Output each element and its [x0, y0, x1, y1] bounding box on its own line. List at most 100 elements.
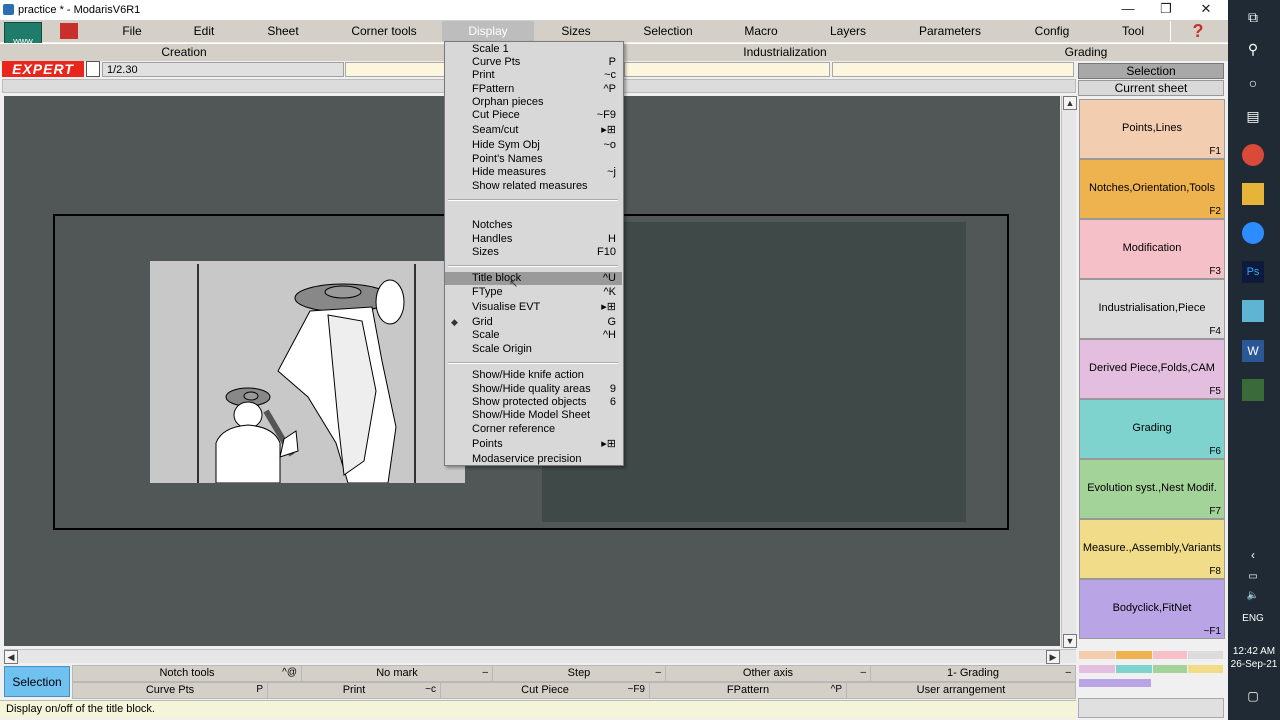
book-icon[interactable]	[60, 23, 78, 39]
modaris-icon[interactable]	[1242, 379, 1264, 401]
menu-item-corner-reference[interactable]: Corner reference	[445, 423, 622, 436]
function-creation[interactable]: Creation	[44, 44, 324, 60]
zoom-icon[interactable]	[1242, 222, 1264, 244]
volume-icon[interactable]: 🔈	[1242, 585, 1264, 607]
menu-item-seam-cut[interactable]: Seam/cut ▸⊞	[445, 124, 622, 137]
panel-industrialisation-piece[interactable]: Industrialisation,Piece F4	[1079, 279, 1225, 339]
word-icon[interactable]: W	[1242, 340, 1264, 362]
mini-swatch[interactable]	[1116, 665, 1152, 673]
menu-macro[interactable]: Macro	[718, 21, 805, 41]
menu-file[interactable]: File	[96, 21, 169, 41]
photoshop-icon[interactable]: Ps	[1242, 261, 1264, 283]
input-field-2[interactable]	[624, 62, 830, 77]
grading-field[interactable]: 1- Grading ‒	[870, 665, 1076, 682]
menu-item-orphan-pieces[interactable]: Orphan pieces	[445, 96, 622, 109]
menu-item-scale-1[interactable]: Scale 1	[445, 43, 622, 56]
menu-item-grid[interactable]: ◆ Grid G	[445, 316, 622, 329]
info-icon[interactable]	[86, 61, 100, 77]
windows-start-icon[interactable]: ⧉	[1242, 6, 1264, 28]
language-indicator[interactable]: ENG	[1242, 608, 1264, 630]
cortana-icon[interactable]: ○	[1242, 72, 1264, 94]
menu-config[interactable]: Config	[1008, 21, 1097, 41]
mini-swatch[interactable]	[1188, 651, 1223, 659]
help-icon[interactable]: ?	[1188, 22, 1208, 40]
mini-swatch[interactable]	[1079, 665, 1115, 673]
mini-swatch[interactable]	[1116, 651, 1152, 659]
menu-item-points-names[interactable]: Point's Names	[445, 153, 622, 166]
user-arrangement-button[interactable]: User arrangement	[846, 682, 1076, 699]
curve-pts-button[interactable]: Curve Pts P	[72, 682, 268, 699]
menu-selection[interactable]: Selection	[618, 21, 719, 41]
panel-current-sheet[interactable]: Current sheet	[1078, 80, 1224, 96]
menu-item-ftype[interactable]: FType ^K	[445, 286, 622, 299]
close-icon[interactable]: ✕	[1196, 1, 1216, 17]
menu-item-print[interactable]: Print ~c	[445, 69, 622, 82]
menu-tool[interactable]: Tool	[1096, 21, 1171, 41]
menu-item-fpattern[interactable]: FPattern ^P	[445, 83, 622, 96]
scroll-right-icon[interactable]: ▶	[1046, 650, 1060, 664]
scroll-up-icon[interactable]: ▲	[1063, 96, 1077, 110]
selection-button[interactable]: Selection	[4, 666, 70, 697]
menu-item-protected-objects[interactable]: Show protected objects 6	[445, 396, 622, 409]
menu-item-model-sheet[interactable]: Show/Hide Model Sheet	[445, 409, 622, 422]
other-axis-field[interactable]: Other axis ‒	[665, 665, 871, 682]
panel-points-lines[interactable]: Points,Lines F1	[1079, 99, 1225, 159]
scale-field[interactable]: 1/2.30	[102, 62, 344, 77]
menu-layers[interactable]: Layers	[804, 21, 893, 41]
menu-edit[interactable]: Edit	[168, 21, 241, 41]
menu-item-show-related-measures[interactable]: Show related measures	[445, 180, 622, 193]
menu-item-notches[interactable]: Notches	[445, 219, 622, 232]
menu-item-scale-origin[interactable]: Scale Origin	[445, 343, 622, 356]
menu-display[interactable]: Display	[442, 21, 535, 41]
vertical-scrollbar[interactable]: ▲ ▼	[1061, 96, 1077, 648]
scroll-left-icon[interactable]: ◀	[4, 650, 18, 664]
panel-bodyclick-fitnet[interactable]: Bodyclick,FitNet ~F1	[1079, 579, 1225, 639]
menu-item-scale[interactable]: Scale ^H	[445, 329, 622, 342]
function-industrialization[interactable]: Industrialization	[624, 44, 946, 60]
mini-swatch[interactable]	[1188, 665, 1223, 673]
mini-swatch[interactable]	[1153, 651, 1187, 659]
notch-tools-field[interactable]: Notch tools ^@	[72, 665, 302, 682]
chevron-left-icon[interactable]: ‹	[1242, 544, 1264, 566]
panel-measure-assembly[interactable]: Measure.,Assembly,Variants F8	[1079, 519, 1225, 579]
menu-parameters[interactable]: Parameters	[892, 21, 1009, 41]
clock[interactable]: 12:42 AM 26-Sep-21	[1228, 645, 1280, 671]
panel-notches-orientation-tools[interactable]: Notches,Orientation,Tools F2	[1079, 159, 1225, 219]
menu-item-hide-measures[interactable]: Hide measures ~j	[445, 166, 622, 179]
mini-swatch[interactable]	[1079, 651, 1115, 659]
mini-swatch[interactable]	[1153, 665, 1187, 673]
menu-item-quality-areas[interactable]: Show/Hide quality areas 9	[445, 383, 622, 396]
file-explorer-icon[interactable]	[1242, 183, 1264, 205]
notifications-icon[interactable]: ▢	[1242, 685, 1264, 707]
menu-item-curve-pts[interactable]: Curve Pts P	[445, 56, 622, 69]
horizontal-scrollbar[interactable]: ◀ ▶	[4, 649, 1076, 664]
menu-item-knife-action[interactable]: Show/Hide knife action	[445, 369, 622, 382]
menu-item-modaservice-precision[interactable]: Modaservice precision	[445, 453, 622, 466]
menu-sheet[interactable]: Sheet	[240, 21, 327, 41]
panel-grading[interactable]: Grading F6	[1079, 399, 1225, 459]
scroll-down-icon[interactable]: ▼	[1063, 634, 1077, 648]
panel-evolution-system[interactable]: Evolution syst.,Nest Modif. F7	[1079, 459, 1225, 519]
menu-item-handles[interactable]: Handles H	[445, 233, 622, 246]
minimize-icon[interactable]: —	[1118, 1, 1138, 16]
restore-icon[interactable]: ❐	[1156, 1, 1176, 17]
input-field-1[interactable]	[345, 62, 445, 77]
function-grading[interactable]: Grading	[946, 44, 1226, 60]
panel-derived-piece[interactable]: Derived Piece,Folds,CAM F5	[1079, 339, 1225, 399]
menu-item-cut-piece[interactable]: Cut Piece ~F9	[445, 109, 622, 122]
chrome-icon[interactable]	[1242, 144, 1264, 166]
fpattern-button[interactable]: FPattern ^P	[649, 682, 847, 699]
menu-item-title-block[interactable]: Title block ^U	[445, 272, 622, 285]
menu-item-hide-sym-obj[interactable]: Hide Sym Obj ~o	[445, 139, 622, 152]
menu-corner-tools[interactable]: Corner tools	[326, 21, 443, 41]
menu-item-visualise-evt[interactable]: Visualise EVT ▸⊞	[445, 301, 622, 314]
task-view-icon[interactable]: ▤	[1242, 105, 1264, 127]
cut-piece-button[interactable]: Cut Piece ~F9	[440, 682, 650, 699]
no-mark-field[interactable]: No mark ‒	[301, 665, 493, 682]
app-icon[interactable]	[1242, 300, 1264, 322]
menu-item-sizes[interactable]: Sizes F10	[445, 246, 622, 259]
panel-modification[interactable]: Modification F3	[1079, 219, 1225, 279]
print-button[interactable]: Print ~c	[267, 682, 441, 699]
mini-swatch[interactable]	[1079, 679, 1151, 687]
step-field[interactable]: Step ‒	[492, 665, 666, 682]
